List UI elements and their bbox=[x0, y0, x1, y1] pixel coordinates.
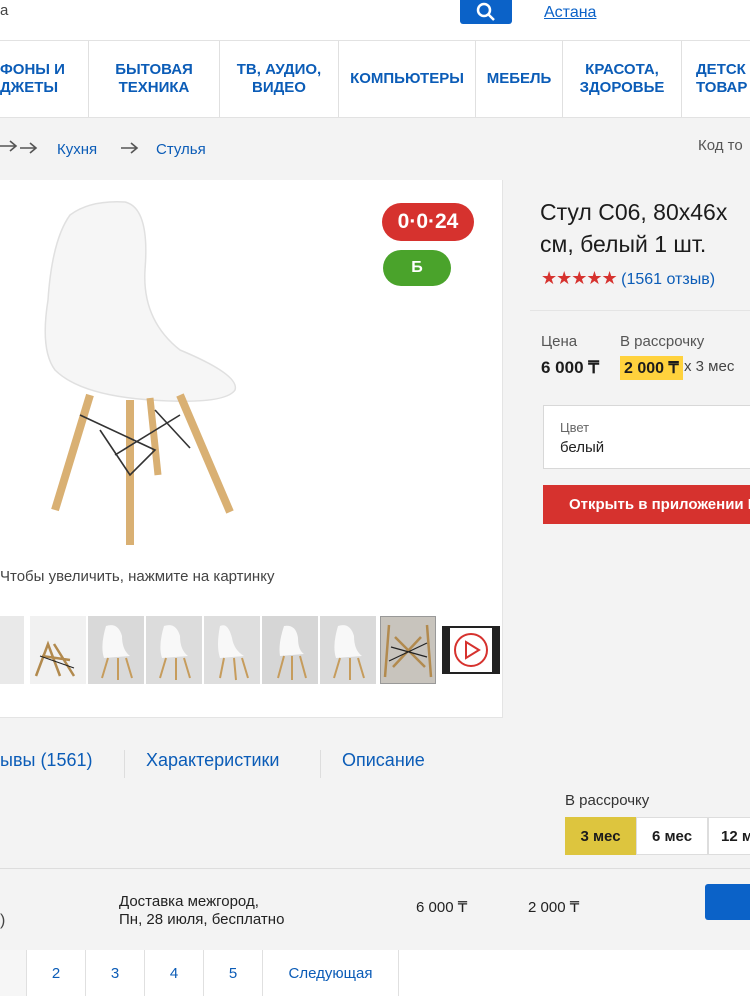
tab-divider bbox=[124, 750, 125, 778]
nav-beauty[interactable]: КРАСОТА, ЗДОРОВЬЕ bbox=[563, 41, 682, 117]
thumbnail[interactable] bbox=[88, 616, 144, 684]
thumbnail[interactable] bbox=[204, 616, 260, 684]
tab-divider bbox=[320, 750, 321, 778]
term-12[interactable]: 12 м bbox=[708, 817, 750, 855]
offer-monthly: 2 000 ₸ bbox=[528, 899, 580, 916]
arrow-right-icon bbox=[20, 141, 38, 158]
search-button[interactable] bbox=[460, 0, 512, 24]
divider bbox=[530, 310, 750, 311]
partial-text: ) bbox=[0, 912, 6, 929]
thumbnail[interactable] bbox=[146, 616, 202, 684]
nav-appliances[interactable]: БЫТОВАЯ ТЕХНИКА bbox=[89, 41, 220, 117]
nav-phones[interactable]: ФОНЫ И ДЖЕТЫ bbox=[0, 41, 89, 117]
reviews-link[interactable]: (1561 отзыв) bbox=[621, 271, 715, 288]
color-selector[interactable]: Цвет белый bbox=[543, 405, 750, 469]
product-title: Стул С06, 80х46х см, белый 1 шт. bbox=[540, 196, 727, 260]
nav-kids[interactable]: ДЕТСК ТОВАР bbox=[682, 41, 750, 117]
partial-text: а bbox=[0, 2, 9, 19]
nav-tv-audio[interactable]: ТВ, АУДИО, ВИДЕО bbox=[220, 41, 339, 117]
delivery-info: Доставка межгород, Пн, 28 июля, бесплатн… bbox=[119, 893, 284, 929]
category-nav: ФОНЫ И ДЖЕТЫ БЫТОВАЯ ТЕХНИКА ТВ, АУДИО, … bbox=[0, 40, 750, 118]
rating: ★★★★★ (1561 отзыв) bbox=[541, 268, 715, 289]
price-label: Цена bbox=[541, 333, 578, 350]
nav-label: ТВ, АУДИО, ВИДЕО bbox=[236, 61, 322, 96]
zoom-hint: Чтобы увеличить, нажмите на картинку bbox=[0, 568, 275, 585]
nav-furniture[interactable]: МЕБЕЛЬ bbox=[476, 41, 563, 117]
installment-label: В рассрочку bbox=[620, 333, 705, 350]
arrow-right-icon bbox=[0, 139, 18, 156]
price: 6 000 ₸ bbox=[541, 358, 600, 377]
page-2[interactable]: 2 bbox=[27, 950, 86, 996]
thumbnail-selected[interactable] bbox=[380, 616, 436, 684]
product-image[interactable] bbox=[30, 190, 260, 560]
breadcrumb-kitchen[interactable]: Кухня bbox=[57, 141, 97, 158]
tab-characteristics[interactable]: Характеристики bbox=[146, 750, 279, 771]
nav-label: ФОНЫ И ДЖЕТЫ bbox=[0, 61, 65, 96]
tab-description[interactable]: Описание bbox=[342, 750, 425, 771]
installment-price: 2 000 ₸ bbox=[620, 356, 683, 380]
credit-label: В рассрочку bbox=[565, 792, 650, 809]
product-tabs: ывы (1561) Характеристики Описание bbox=[0, 740, 750, 788]
video-thumbnail[interactable] bbox=[442, 626, 500, 674]
breadcrumb-chairs[interactable]: Стулья bbox=[156, 141, 206, 158]
color-label: Цвет bbox=[560, 420, 590, 435]
bonus-badge: Б bbox=[383, 250, 451, 286]
city-selector[interactable]: Астана bbox=[544, 4, 596, 22]
nav-label: КРАСОТА, ЗДОРОВЬЕ bbox=[579, 61, 665, 96]
nav-label: ДЕТСК ТОВАР bbox=[696, 61, 748, 96]
term-3[interactable]: 3 мес bbox=[565, 817, 636, 855]
installment-badge: 0·0·24 bbox=[382, 203, 474, 241]
nav-label: МЕБЕЛЬ bbox=[486, 70, 552, 87]
pagination: 2 3 4 5 Следующая bbox=[0, 950, 750, 1000]
play-icon bbox=[444, 628, 498, 672]
thumbnail[interactable] bbox=[0, 616, 24, 684]
arrow-right-icon bbox=[121, 141, 139, 158]
term-6[interactable]: 6 мес bbox=[636, 817, 708, 855]
nav-computers[interactable]: КОМПЬЮТЕРЫ bbox=[339, 41, 476, 117]
tab-reviews[interactable]: ывы (1561) bbox=[0, 750, 92, 771]
page-4[interactable]: 4 bbox=[145, 950, 204, 996]
installment-months: х 3 мес bbox=[684, 358, 735, 375]
page-prev-edge[interactable] bbox=[0, 950, 27, 996]
divider bbox=[0, 868, 750, 869]
thumbnail[interactable] bbox=[320, 616, 376, 684]
color-value: белый bbox=[560, 439, 605, 456]
product-code: Код то bbox=[698, 137, 743, 154]
page-5[interactable]: 5 bbox=[204, 950, 263, 996]
thumbnail[interactable] bbox=[262, 616, 318, 684]
thumbnail[interactable] bbox=[30, 616, 86, 684]
select-offer-button[interactable] bbox=[705, 884, 750, 920]
product-title-line2: см, белый 1 шт. bbox=[540, 231, 707, 257]
offer-price: 6 000 ₸ bbox=[416, 899, 468, 916]
open-in-app-button[interactable]: Открыть в приложении K bbox=[543, 485, 750, 524]
page-3[interactable]: 3 bbox=[86, 950, 145, 996]
delivery-line2: Пн, 28 июля, бесплатно bbox=[119, 911, 285, 928]
nav-label: БЫТОВАЯ ТЕХНИКА bbox=[115, 61, 193, 96]
top-bar: а Астана bbox=[0, 0, 750, 40]
rating-stars: ★★★★★ bbox=[541, 268, 618, 288]
nav-label: КОМПЬЮТЕРЫ bbox=[350, 70, 464, 87]
page-next[interactable]: Следующая bbox=[263, 950, 399, 996]
delivery-line1: Доставка межгород, bbox=[119, 893, 259, 910]
product-title-line1: Стул С06, 80х46х bbox=[540, 199, 728, 225]
search-icon bbox=[476, 2, 495, 21]
